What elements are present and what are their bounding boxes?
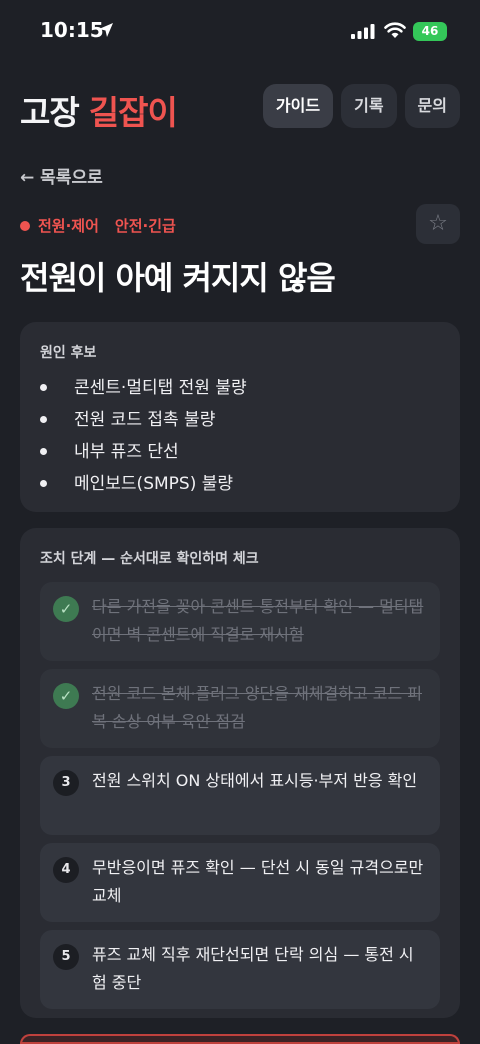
causes-card: 원인 후보 콘센트·멀티탭 전원 불량 전원 코드 접촉 불량 내부 퓨즈 단선… bbox=[20, 322, 460, 512]
step-number[interactable]: 3 bbox=[53, 770, 79, 796]
step-text: 퓨즈 교체 직후 재단선되면 단락 의심 — 통전 시험 중단 bbox=[92, 945, 414, 992]
step-number[interactable]: 4 bbox=[53, 857, 79, 883]
tab-inquiry[interactable]: 문의 bbox=[404, 84, 460, 128]
issue-tags: 전원·제어 안전·긴급 bbox=[20, 215, 176, 236]
step-text: 전원 코드 본체·플러그 양단을 재체결하고 코드 피복 손상 여부 육안 점검 bbox=[92, 684, 423, 731]
steps-card: 조치 단계 — 순서대로 확인하며 체크 ✓ 다른 가전을 꽂아 콘센트 통전부… bbox=[20, 528, 460, 1018]
tab-guide[interactable]: 가이드 bbox=[262, 84, 334, 128]
signal-icon bbox=[351, 24, 375, 39]
battery-icon: 46 bbox=[413, 22, 447, 41]
step-list: ✓ 다른 가전을 꽂아 콘센트 통전부터 확인 — 멀티탭이면 벽 콘센트에 직… bbox=[40, 582, 440, 1009]
back-to-list-link[interactable]: ← 목록으로 bbox=[20, 163, 103, 188]
tab-history[interactable]: 기록 bbox=[341, 84, 397, 128]
step-item[interactable]: 4 무반응이면 퓨즈 확인 — 단선 시 동일 규격으로만 교체 bbox=[40, 843, 440, 922]
wifi-icon bbox=[384, 22, 406, 38]
steps-label: 조치 단계 — 순서대로 확인하며 체크 bbox=[40, 551, 259, 567]
app-title-part2: 길잡이 bbox=[88, 93, 178, 132]
cause-list: 콘센트·멀티탭 전원 불량 전원 코드 접촉 불량 내부 퓨즈 단선 메인보드(… bbox=[40, 372, 440, 500]
step-text: 다른 가전을 꽂아 콘센트 통전부터 확인 — 멀티탭이면 벽 콘센트에 직결로… bbox=[92, 597, 424, 644]
star-icon: ☆ bbox=[428, 211, 448, 236]
battery-level: 46 bbox=[421, 24, 439, 38]
step-item[interactable]: 3 전원 스위치 ON 상태에서 표시등·부저 반응 확인 bbox=[40, 756, 440, 835]
status-bar: 10:15 46 bbox=[0, 0, 480, 62]
check-icon[interactable]: ✓ bbox=[53, 683, 79, 709]
category-dot-icon bbox=[20, 220, 30, 231]
step-text: 전원 스위치 ON 상태에서 표시등·부저 반응 확인 bbox=[92, 771, 418, 790]
warning-card-edge bbox=[20, 1034, 460, 1044]
severity-tag: 안전·긴급 bbox=[114, 217, 176, 235]
check-icon[interactable]: ✓ bbox=[53, 596, 79, 622]
cause-item: 내부 퓨즈 단선 bbox=[40, 436, 440, 468]
step-item-done[interactable]: ✓ 다른 가전을 꽂아 콘센트 통전부터 확인 — 멀티탭이면 벽 콘센트에 직… bbox=[40, 582, 440, 661]
top-nav: 가이드 기록 문의 bbox=[262, 84, 460, 128]
app-title: 고장 길잡이 bbox=[20, 86, 178, 134]
step-number[interactable]: 5 bbox=[53, 944, 79, 970]
cause-item: 콘센트·멀티탭 전원 불량 bbox=[40, 372, 440, 404]
causes-label: 원인 후보 bbox=[40, 345, 97, 361]
step-item-done[interactable]: ✓ 전원 코드 본체·플러그 양단을 재체결하고 코드 피복 손상 여부 육안 … bbox=[40, 669, 440, 748]
app-title-part1: 고장 bbox=[20, 93, 80, 132]
category-tag: 전원·제어 bbox=[38, 217, 99, 235]
cause-item: 전원 코드 접촉 불량 bbox=[40, 404, 440, 436]
step-text: 무반응이면 퓨즈 확인 — 단선 시 동일 규격으로만 교체 bbox=[92, 858, 424, 905]
favorite-button[interactable]: ☆ bbox=[416, 204, 460, 244]
status-time: 10:15 bbox=[40, 18, 104, 42]
step-item[interactable]: 5 퓨즈 교체 직후 재단선되면 단락 의심 — 통전 시험 중단 bbox=[40, 930, 440, 1009]
cause-item: 메인보드(SMPS) 불량 bbox=[40, 468, 440, 500]
issue-title: 전원이 아예 켜지지 않음 bbox=[20, 259, 336, 297]
location-arrow-icon bbox=[99, 23, 113, 37]
